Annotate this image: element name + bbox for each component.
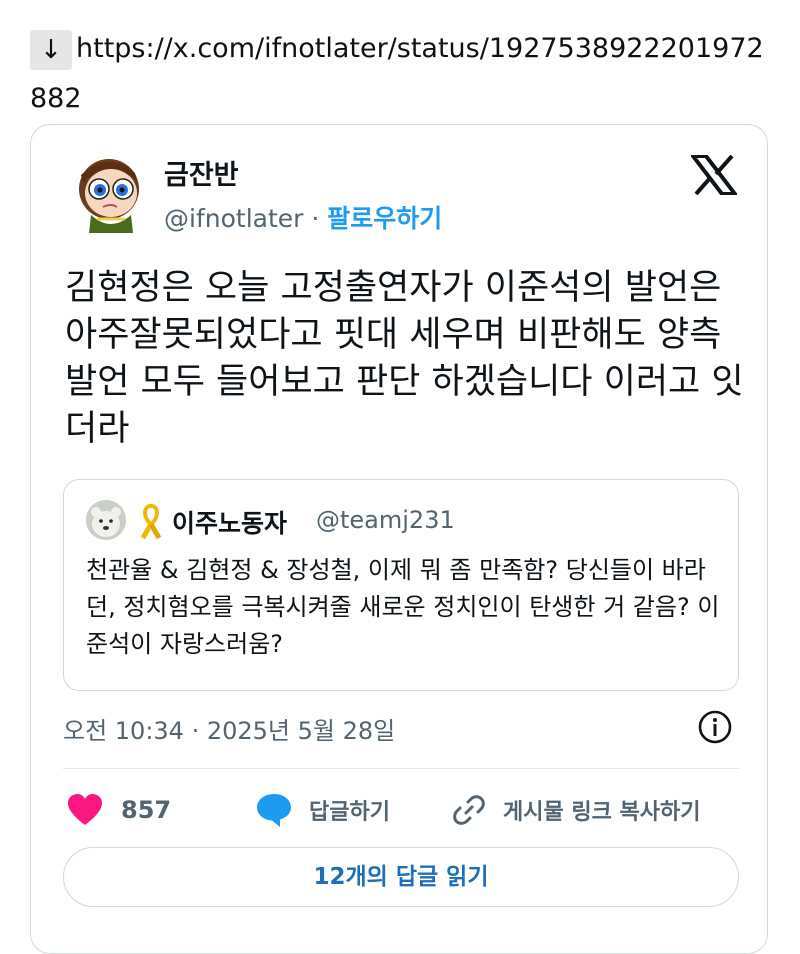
- like-count: 857: [121, 796, 172, 824]
- read-replies-button[interactable]: 12개의 답글 읽기: [63, 847, 739, 907]
- author-name[interactable]: 금잔반: [164, 153, 239, 192]
- quoted-author-name[interactable]: 이주노동자: [172, 504, 287, 540]
- x-logo-icon[interactable]: [691, 155, 737, 195]
- follow-button[interactable]: 팔로우하기: [327, 204, 442, 233]
- link-icon: [453, 795, 485, 825]
- author-handle-row: @ifnotlater · 팔로우하기: [164, 199, 442, 235]
- author-avatar[interactable]: [69, 153, 155, 239]
- separator-dot: ·: [311, 204, 320, 233]
- tweet-text: 김현정은 오늘 고정출연자가 이준석의 발언은 아주잘못되었다고 핏대 세우며 …: [65, 268, 744, 449]
- reply-label: 답글하기: [309, 800, 390, 825]
- quoted-author-avatar[interactable]: [86, 500, 126, 540]
- quoted-tweet-text: 천관율 & 김현정 & 장성철, 이제 뭐 좀 만족함? 당신들이 바라던, 정…: [86, 556, 720, 658]
- link-row: ↓ https://x.com/ifnotlater/status/1927538…: [30, 24, 775, 124]
- like-button[interactable]: 857: [67, 785, 171, 835]
- tweet-url[interactable]: https://x.com/ifnotlater/status/19275389…: [30, 33, 764, 114]
- heart-icon: [68, 794, 102, 825]
- copy-link-button[interactable]: 게시물 링크 복사하기: [451, 785, 700, 835]
- quoted-tweet[interactable]: 이주노동자 @teamj231 천관율 & 김현정 & 장성철, 이제 뭐 좀 …: [63, 479, 739, 691]
- info-icon[interactable]: [697, 709, 733, 745]
- quoted-author-handle[interactable]: @teamj231: [316, 506, 455, 534]
- tweet-card: 금잔반 @ifnotlater · 팔로우하기 김현정은 오늘 고정출연자가 이…: [30, 124, 768, 954]
- down-arrow-icon: ↓: [30, 29, 72, 70]
- reply-bubble-icon: [257, 794, 291, 827]
- action-bar: 857 답글하기 게시물 링크 복사하기: [63, 785, 739, 835]
- copy-link-label: 게시물 링크 복사하기: [503, 800, 701, 825]
- yellow-ribbon-icon: [140, 504, 162, 540]
- author-handle[interactable]: @ifnotlater: [164, 204, 303, 233]
- reply-button[interactable]: 답글하기: [255, 785, 390, 835]
- tweet-timestamp[interactable]: 오전 10:34 · 2025년 5월 28일: [63, 711, 395, 746]
- divider: [63, 768, 739, 769]
